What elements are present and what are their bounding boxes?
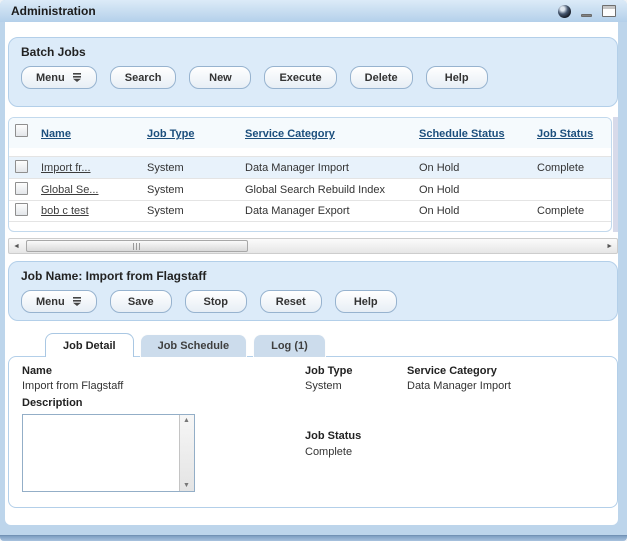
column-header-name[interactable]: Name: [41, 128, 71, 140]
maximize-icon[interactable]: [602, 5, 616, 17]
service-category-label: Service Category: [407, 365, 497, 377]
help-button[interactable]: Help: [426, 66, 488, 89]
reset-button[interactable]: Reset: [260, 290, 322, 313]
window-bottom-frame: [0, 535, 627, 541]
job-status-cell: Complete: [537, 162, 611, 174]
column-header-status-cell: Job Status: [537, 124, 611, 142]
job-type-label: Job Type: [305, 365, 352, 377]
new-button[interactable]: New: [189, 66, 251, 89]
table-header-spacer: [9, 148, 611, 156]
schedule-status-cell: On Hold: [419, 184, 537, 196]
row-checkbox[interactable]: [15, 182, 28, 195]
table-row[interactable]: Global Se... System Global Search Rebuil…: [9, 178, 611, 200]
stop-button[interactable]: Stop: [185, 290, 247, 313]
job-status-value: Complete: [305, 446, 352, 458]
schedule-status-cell: On Hold: [419, 162, 537, 174]
row-name-cell: Global Se...: [41, 184, 147, 196]
header-checkbox-cell: [15, 124, 41, 142]
schedule-status-cell: On Hold: [419, 205, 537, 217]
administration-window: Administration Batch Jobs Menu Search: [0, 0, 627, 541]
jobs-table: Name Job Type Service Category Schedule …: [8, 117, 612, 232]
batch-menu-button-label: Menu: [36, 72, 65, 84]
tab-job-schedule[interactable]: Job Schedule: [140, 334, 248, 357]
description-vertical-scrollbar[interactable]: ▲ ▼: [179, 415, 194, 491]
window-content: Batch Jobs Menu Search New Execute Delet…: [5, 22, 618, 525]
window-title: Administration: [11, 4, 96, 18]
menu-dropdown-icon: [72, 73, 82, 82]
column-header-name-cell: Name: [41, 124, 147, 142]
job-help-button[interactable]: Help: [335, 290, 397, 313]
column-header-category-cell: Service Category: [245, 124, 419, 142]
select-all-checkbox[interactable]: [15, 124, 28, 137]
table-row[interactable]: bob c test System Data Manager Export On…: [9, 200, 611, 222]
scroll-down-icon[interactable]: ▼: [183, 482, 190, 489]
job-name-link[interactable]: Global Se...: [41, 184, 98, 196]
row-checkbox-cell: [15, 182, 41, 198]
column-header-schedule-cell: Schedule Status: [419, 124, 537, 142]
row-checkbox-cell: [15, 203, 41, 219]
batch-jobs-panel: Batch Jobs Menu Search New Execute Delet…: [8, 37, 618, 107]
tab-bar: Job Detail Job Schedule Log (1): [45, 333, 326, 357]
batch-jobs-title: Batch Jobs: [21, 45, 605, 59]
column-header-job-type[interactable]: Job Type: [147, 128, 194, 140]
search-button[interactable]: Search: [110, 66, 177, 89]
execute-button[interactable]: Execute: [264, 66, 336, 89]
row-checkbox[interactable]: [15, 203, 28, 216]
scroll-right-icon[interactable]: ►: [606, 241, 613, 252]
save-button[interactable]: Save: [110, 290, 172, 313]
row-name-cell: Import fr...: [41, 162, 147, 174]
batch-jobs-toolbar: Menu Search New Execute Delete Help: [21, 66, 605, 89]
refresh-icon[interactable]: [558, 5, 571, 18]
scrollbar-grip-icon: [133, 243, 142, 250]
horizontal-scrollbar[interactable]: ◄ ►: [8, 238, 618, 254]
column-header-job-status[interactable]: Job Status: [537, 128, 593, 140]
job-status-cell: Complete: [537, 205, 611, 217]
name-value: Import from Flagstaff: [22, 380, 123, 392]
table-row[interactable]: Import fr... System Data Manager Import …: [9, 156, 611, 178]
job-type-cell: System: [147, 205, 245, 217]
service-category-cell: Global Search Rebuild Index: [245, 184, 419, 196]
job-panel: Job Name: Import from Flagstaff Menu Sav…: [8, 261, 618, 321]
row-checkbox-cell: [15, 160, 41, 176]
table-header-row: Name Job Type Service Category Schedule …: [9, 118, 611, 148]
job-detail-panel: Name Import from Flagstaff Description ▲…: [8, 356, 618, 508]
titlebar: Administration: [0, 0, 627, 22]
column-header-jobtype-cell: Job Type: [147, 124, 245, 142]
batch-menu-button[interactable]: Menu: [21, 66, 97, 89]
row-checkbox[interactable]: [15, 160, 28, 173]
job-name-link[interactable]: bob c test: [41, 205, 89, 217]
minimize-icon[interactable]: [581, 14, 592, 17]
job-type-cell: System: [147, 184, 245, 196]
job-menu-button-label: Menu: [36, 296, 65, 308]
description-label: Description: [22, 397, 83, 409]
job-menu-button[interactable]: Menu: [21, 290, 97, 313]
job-type-cell: System: [147, 162, 245, 174]
window-controls: [558, 5, 616, 18]
delete-button[interactable]: Delete: [350, 66, 413, 89]
tab-job-detail[interactable]: Job Detail: [45, 333, 134, 357]
job-name-link[interactable]: Import fr...: [41, 162, 91, 174]
column-header-schedule-status[interactable]: Schedule Status: [419, 128, 505, 140]
scroll-up-icon[interactable]: ▲: [183, 417, 190, 424]
job-panel-toolbar: Menu Save Stop Reset Help: [21, 290, 605, 313]
tab-log[interactable]: Log (1): [253, 334, 326, 357]
scroll-left-icon[interactable]: ◄: [13, 241, 20, 252]
row-name-cell: bob c test: [41, 205, 147, 217]
description-textarea[interactable]: ▲ ▼: [22, 414, 195, 492]
job-panel-title: Job Name: Import from Flagstaff: [21, 269, 605, 283]
job-status-label: Job Status: [305, 430, 361, 442]
name-label: Name: [22, 365, 52, 377]
description-text: [25, 417, 177, 489]
column-header-service-category[interactable]: Service Category: [245, 128, 335, 140]
menu-dropdown-icon: [72, 297, 82, 306]
service-category-value: Data Manager Import: [407, 380, 511, 392]
scrollbar-thumb[interactable]: [26, 240, 248, 252]
service-category-cell: Data Manager Import: [245, 162, 419, 174]
job-type-value: System: [305, 380, 342, 392]
service-category-cell: Data Manager Export: [245, 205, 419, 217]
table-right-strip: [613, 117, 618, 232]
